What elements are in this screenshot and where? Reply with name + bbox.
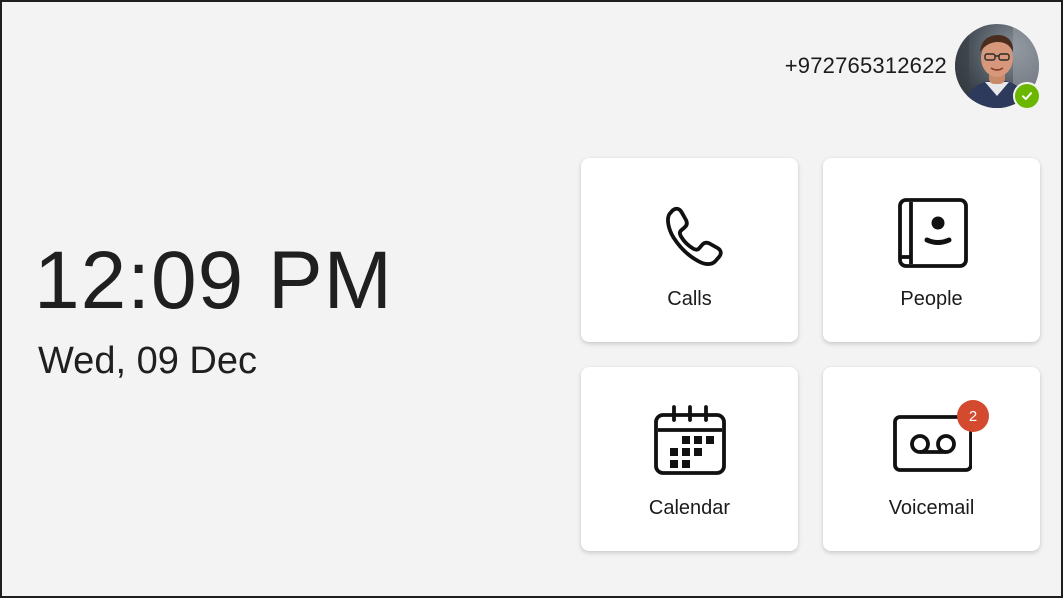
calls-tile[interactable]: Calls bbox=[581, 158, 798, 342]
people-label: People bbox=[900, 288, 963, 310]
current-date: Wed, 09 Dec bbox=[38, 340, 257, 382]
voicemail-tile[interactable]: 2 Voicemail bbox=[823, 367, 1040, 551]
calendar-label: Calendar bbox=[648, 497, 731, 519]
calls-label: Calls bbox=[667, 288, 712, 310]
voicemail-count-badge: 2 bbox=[957, 400, 989, 432]
current-time: 12:09 PM bbox=[34, 235, 393, 326]
phone-number: +972765312622 bbox=[784, 53, 947, 78]
presence-indicator bbox=[1013, 82, 1041, 110]
avatar[interactable] bbox=[955, 24, 1041, 110]
calendar-tile[interactable]: Calendar bbox=[581, 367, 798, 551]
check-icon bbox=[1022, 92, 1032, 100]
phone-icon bbox=[650, 194, 730, 274]
home-screen: +972765312622 12:09 PM Wed, 09 Dec Calls… bbox=[0, 0, 1063, 598]
contacts-book-icon bbox=[892, 194, 972, 274]
people-tile[interactable]: People bbox=[823, 158, 1040, 342]
clock-widget: 12:09 PM Wed, 09 Dec bbox=[34, 240, 393, 383]
voicemail-label: Voicemail bbox=[888, 497, 975, 519]
account-header: +972765312622 bbox=[784, 24, 1041, 110]
calendar-icon bbox=[650, 403, 730, 483]
